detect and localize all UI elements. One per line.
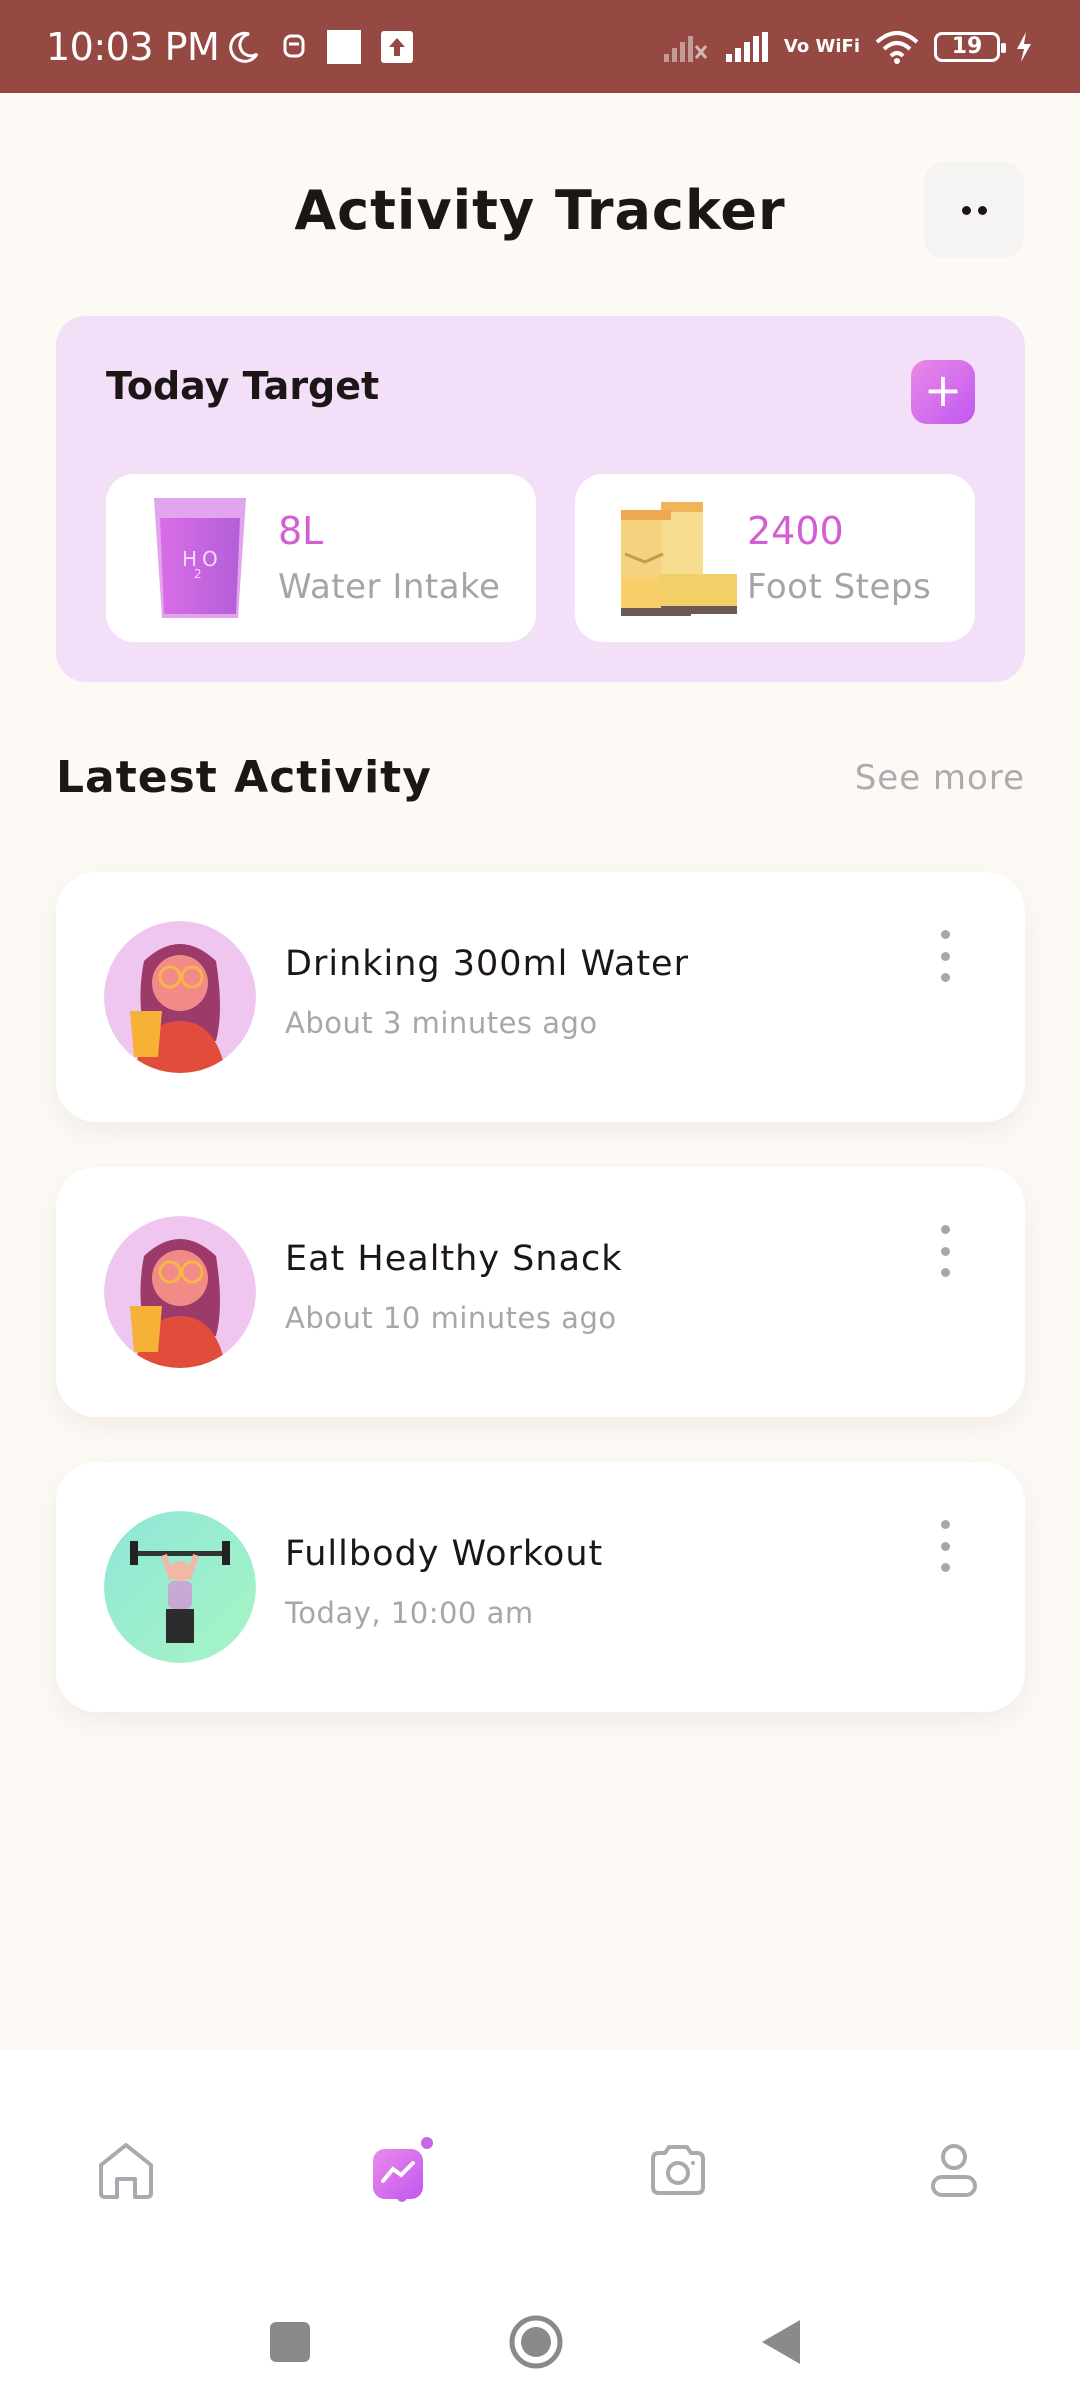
nav-camera[interactable] bbox=[638, 2130, 718, 2210]
see-more-link[interactable]: See more bbox=[855, 758, 1025, 798]
add-target-button[interactable]: + bbox=[911, 360, 975, 424]
water-glass-icon: H O 2 bbox=[154, 498, 246, 618]
foot-steps-target[interactable]: 2400 Foot Steps bbox=[575, 474, 975, 642]
activity-title: Eat Healthy Snack bbox=[285, 1239, 623, 1279]
back-icon bbox=[762, 2320, 800, 2364]
plus-icon: + bbox=[923, 363, 963, 417]
home-circle-icon bbox=[509, 2315, 563, 2369]
square-icon bbox=[327, 29, 362, 64]
boots-icon bbox=[621, 502, 737, 616]
nav-home[interactable] bbox=[86, 2130, 166, 2210]
nav-profile[interactable] bbox=[914, 2130, 994, 2210]
camera-icon bbox=[651, 2145, 705, 2195]
header: Activity Tracker bbox=[0, 160, 1080, 260]
home-icon bbox=[99, 2143, 153, 2199]
system-nav-bar bbox=[0, 2290, 1080, 2400]
more-dots-icon bbox=[961, 205, 971, 215]
weightlifter-avatar bbox=[104, 1511, 256, 1663]
woman-drinking-avatar bbox=[104, 1216, 256, 1368]
water-intake-value: 8L bbox=[278, 509, 324, 553]
water-intake-label: Water Intake bbox=[278, 567, 501, 607]
home-system-button[interactable] bbox=[506, 2312, 566, 2372]
activity-menu-button[interactable] bbox=[935, 1520, 955, 1572]
foot-steps-value: 2400 bbox=[747, 509, 844, 553]
today-target-title: Today Target bbox=[106, 364, 380, 408]
kebab-menu-icon bbox=[940, 1520, 950, 1529]
activity-card[interactable]: Drinking 300ml Water About 3 minutes ago bbox=[56, 872, 1025, 1122]
status-bar: 10:03 PM Vo WiFi 19 bbox=[0, 0, 1080, 93]
svg-text:2: 2 bbox=[194, 567, 202, 581]
back-button[interactable] bbox=[752, 2312, 812, 2372]
kebab-menu-icon bbox=[940, 930, 950, 939]
activity-time: Today, 10:00 am bbox=[285, 1596, 534, 1630]
vowifi-label: Vo WiFi bbox=[783, 35, 860, 57]
status-time: 10:03 PM bbox=[46, 24, 220, 69]
more-options-button[interactable] bbox=[924, 162, 1024, 258]
activity-menu-button[interactable] bbox=[935, 1225, 955, 1277]
profile-icon bbox=[931, 2144, 977, 2197]
signal-icon bbox=[725, 31, 768, 62]
activity-title: Fullbody Workout bbox=[285, 1534, 604, 1574]
activity-card[interactable]: Eat Healthy Snack About 10 minutes ago bbox=[56, 1167, 1025, 1417]
latest-activity-title: Latest Activity bbox=[56, 752, 432, 803]
activity-time: About 10 minutes ago bbox=[285, 1301, 617, 1335]
activity-title: Drinking 300ml Water bbox=[285, 944, 689, 984]
upload-icon bbox=[381, 30, 414, 63]
battery-icon: 19 bbox=[934, 31, 1006, 62]
notification-icon bbox=[283, 34, 305, 57]
activity-time: About 3 minutes ago bbox=[285, 1006, 598, 1040]
latest-activity-header: Latest Activity See more bbox=[56, 752, 1025, 803]
activity-card[interactable]: Fullbody Workout Today, 10:00 am bbox=[56, 1462, 1025, 1712]
nav-active-indicator bbox=[397, 2192, 407, 2202]
recents-icon bbox=[270, 2322, 310, 2362]
page-title: Activity Tracker bbox=[294, 178, 786, 242]
wifi-icon bbox=[875, 30, 919, 64]
today-target-card: Today Target + H O 2 8L Water Intake 240… bbox=[56, 316, 1025, 682]
woman-drinking-avatar bbox=[104, 921, 256, 1073]
kebab-menu-icon bbox=[940, 1225, 950, 1234]
foot-steps-label: Foot Steps bbox=[747, 567, 932, 607]
activity-menu-button[interactable] bbox=[935, 930, 955, 982]
moon-icon bbox=[229, 31, 259, 63]
svg-text:O: O bbox=[202, 547, 218, 571]
charging-icon bbox=[1017, 31, 1031, 62]
signal-x-icon bbox=[663, 35, 708, 62]
water-intake-target[interactable]: H O 2 8L Water Intake bbox=[106, 474, 536, 642]
bottom-nav bbox=[0, 2050, 1080, 2290]
recents-button[interactable] bbox=[260, 2312, 320, 2372]
